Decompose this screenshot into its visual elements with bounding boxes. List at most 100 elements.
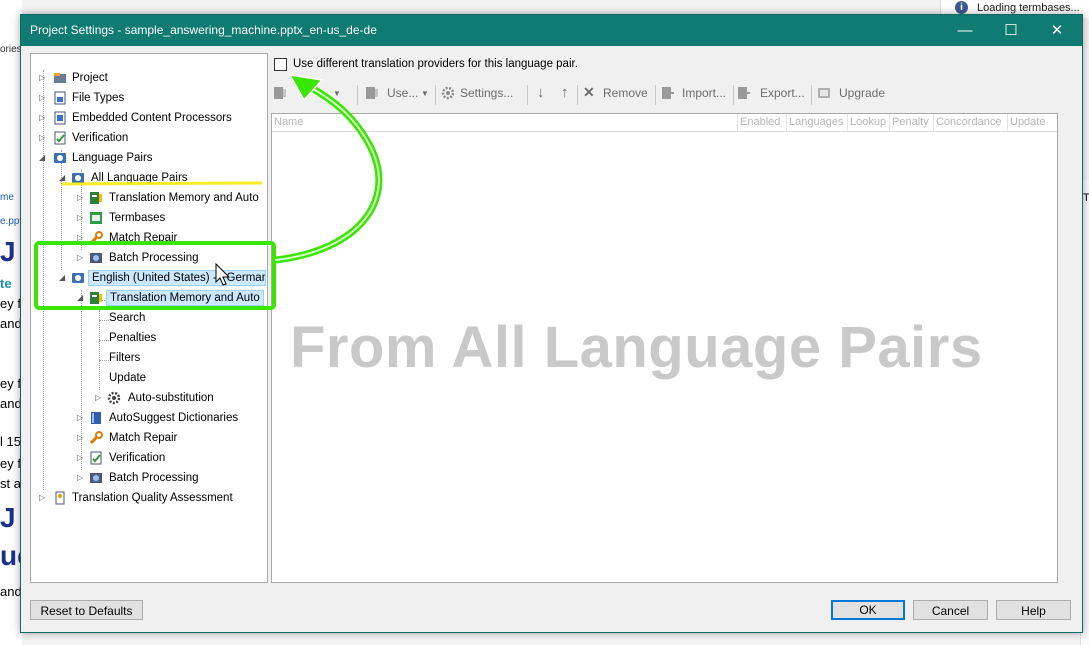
add-provider-button[interactable]: ▼ — [273, 85, 343, 103]
cancel-button[interactable]: Cancel — [913, 600, 988, 620]
expand-arrow-icon[interactable]: ▷ — [77, 193, 85, 203]
tree-item-batch-processing[interactable]: ▷ Batch Processing — [71, 250, 261, 268]
tree-item-project[interactable]: ▷ Project — [31, 70, 261, 88]
tree-item-en-us-de-de[interactable]: ◢ English (United States) -> German ( — [51, 270, 266, 288]
toolbar-separator — [655, 85, 656, 105]
tree-item-label: Match Repair — [109, 232, 178, 244]
tree-item-label: Batch Processing — [109, 252, 199, 264]
column-header-lookup[interactable]: Lookup — [847, 114, 889, 131]
tree-item-label: Embedded Content Processors — [72, 112, 232, 124]
export-button[interactable]: Export... — [737, 85, 809, 103]
tree-item-verification[interactable]: ▷ Verification — [31, 130, 261, 148]
collapse-arrow-icon[interactable]: ◢ — [59, 273, 67, 283]
tree-item-all-language-pairs[interactable]: ◢ All Language Pairs — [51, 170, 261, 188]
toolbar-separator — [435, 85, 436, 105]
remove-label: Remove — [603, 86, 648, 100]
tree-item-match-repair-2[interactable]: ▷ Match Repair — [71, 430, 261, 448]
expand-arrow-icon[interactable]: ▷ — [39, 73, 47, 83]
use-button[interactable]: Use... ▼ — [365, 85, 429, 103]
column-header-enabled[interactable]: Enabled — [737, 114, 786, 131]
expand-arrow-icon[interactable]: ▷ — [77, 453, 85, 463]
tree-item-update[interactable]: Update — [109, 370, 259, 388]
wrench-icon — [89, 431, 103, 445]
collapse-arrow-icon[interactable]: ◢ — [39, 153, 47, 163]
tree-line — [99, 310, 100, 390]
column-header-update[interactable]: Update — [1007, 114, 1051, 131]
help-button[interactable]: Help — [996, 600, 1071, 620]
upgrade-button[interactable]: Upgrade — [817, 85, 889, 103]
expand-arrow-icon[interactable]: ▷ — [39, 113, 47, 123]
tree-item-tqa[interactable]: ▷ Translation Quality Assessment — [31, 490, 261, 508]
translation-memory-icon — [90, 192, 102, 204]
expand-arrow-icon[interactable]: ▷ — [77, 213, 85, 223]
tree-item-termbases[interactable]: ▷ Termbases — [71, 210, 261, 228]
bg-fragment: st a — [0, 476, 21, 491]
tree-item-tm-automated-translation-selected[interactable]: ◢ Translation Memory and Auto — [71, 290, 264, 308]
tree-item-label: Filters — [109, 352, 141, 364]
tree-item-verification-2[interactable]: ▷ Verification — [71, 450, 261, 468]
settings-tree[interactable]: ▷ Project ▷ File Types ▷ Embedded Conten… — [30, 53, 268, 583]
column-header-penalty[interactable]: Penalty — [889, 114, 933, 131]
tree-item-batch-processing-2[interactable]: ▷ Batch Processing — [71, 470, 261, 488]
expand-arrow-icon[interactable]: ▷ — [39, 133, 47, 143]
tree-item-label: Translation Quality Assessment — [72, 492, 233, 504]
column-header-languages[interactable]: Languages — [786, 114, 847, 131]
arrow-up-icon: ↑ — [561, 84, 569, 101]
tree-item-autosuggest[interactable]: ▷ AutoSuggest Dictionaries — [71, 410, 261, 428]
tree-item-label: Translation Memory and Auto — [106, 290, 264, 306]
bg-fragment: ey f — [0, 376, 21, 391]
tree-item-search[interactable]: Search — [109, 310, 259, 328]
expand-arrow-icon[interactable]: ▷ — [77, 473, 85, 483]
column-header-name[interactable]: Name — [272, 114, 737, 131]
ok-button[interactable]: OK — [831, 600, 905, 620]
tree-item-auto-substitution[interactable]: ▷ Auto-substitution — [91, 390, 261, 408]
collapse-arrow-icon[interactable]: ◢ — [77, 293, 85, 303]
toolbar-separator — [527, 85, 528, 105]
expand-arrow-icon[interactable]: ▷ — [77, 253, 85, 263]
expand-arrow-icon[interactable]: ▷ — [77, 233, 85, 243]
expand-arrow-icon[interactable]: ▷ — [39, 93, 47, 103]
wrench-icon — [89, 231, 103, 245]
toolbar-separator — [733, 85, 734, 105]
tree-item-label: Project — [72, 72, 108, 84]
tree-item-label: Batch Processing — [109, 472, 199, 484]
expand-arrow-icon[interactable]: ▷ — [77, 433, 85, 443]
tree-item-embedded-content[interactable]: ▷ Embedded Content Processors — [31, 110, 261, 128]
move-down-button[interactable]: ↓ — [535, 84, 551, 103]
tree-line — [61, 150, 62, 270]
dialog-title: Project Settings - sample_answering_mach… — [30, 23, 377, 37]
tree-item-label: Update — [109, 372, 147, 384]
language-pair-icon — [72, 173, 84, 183]
tree-item-file-types[interactable]: ▷ File Types — [31, 90, 261, 108]
background-left-strip: ories me e.ppt J U te ey f and ey f and … — [0, 0, 44, 645]
remove-button[interactable]: ✕ Remove — [583, 84, 653, 103]
expand-arrow-icon[interactable]: ▷ — [39, 493, 47, 503]
providers-grid[interactable]: Name Enabled Languages Lookup Penalty Co… — [271, 113, 1058, 583]
dropdown-arrow-icon: ▼ — [421, 89, 429, 98]
tree-item-tm-automated-translation[interactable]: ▷ Translation Memory and Auto — [71, 190, 261, 208]
import-button[interactable]: Import... — [661, 85, 733, 103]
expand-arrow-icon[interactable]: ▷ — [95, 393, 103, 403]
inherited-watermark: From All Language Pairs — [290, 315, 983, 380]
tree-item-filters[interactable]: Filters — [109, 350, 259, 368]
tree-item-language-pairs[interactable]: ◢ Language Pairs — [31, 150, 261, 168]
toolbar-separator — [811, 85, 812, 105]
move-up-button[interactable]: ↑ — [559, 84, 575, 103]
maximize-button[interactable]: ☐ — [988, 15, 1034, 46]
tree-item-match-repair[interactable]: ▷ Match Repair — [71, 230, 261, 248]
settings-button[interactable]: Settings... — [441, 85, 521, 103]
expand-arrow-icon[interactable]: ▷ — [77, 413, 85, 423]
tree-item-label: Search — [109, 312, 146, 324]
collapse-arrow-icon[interactable]: ◢ — [59, 173, 67, 183]
column-header-concordance[interactable]: Concordance — [933, 114, 1007, 131]
close-button[interactable]: ✕ — [1034, 15, 1080, 46]
minimize-button[interactable]: — — [942, 15, 988, 46]
batch-processing-icon — [90, 253, 102, 263]
tree-item-penalties[interactable]: Penalties — [109, 330, 259, 348]
different-providers-checkbox[interactable] — [274, 58, 287, 71]
bg-fragment: e.ppt — [0, 216, 23, 227]
tree-item-label: Verification — [109, 452, 166, 464]
translation-memory-icon — [90, 292, 102, 304]
reset-to-defaults-button[interactable]: Reset to Defaults — [30, 600, 143, 620]
notification-text: Loading termbases... — [977, 2, 1080, 14]
